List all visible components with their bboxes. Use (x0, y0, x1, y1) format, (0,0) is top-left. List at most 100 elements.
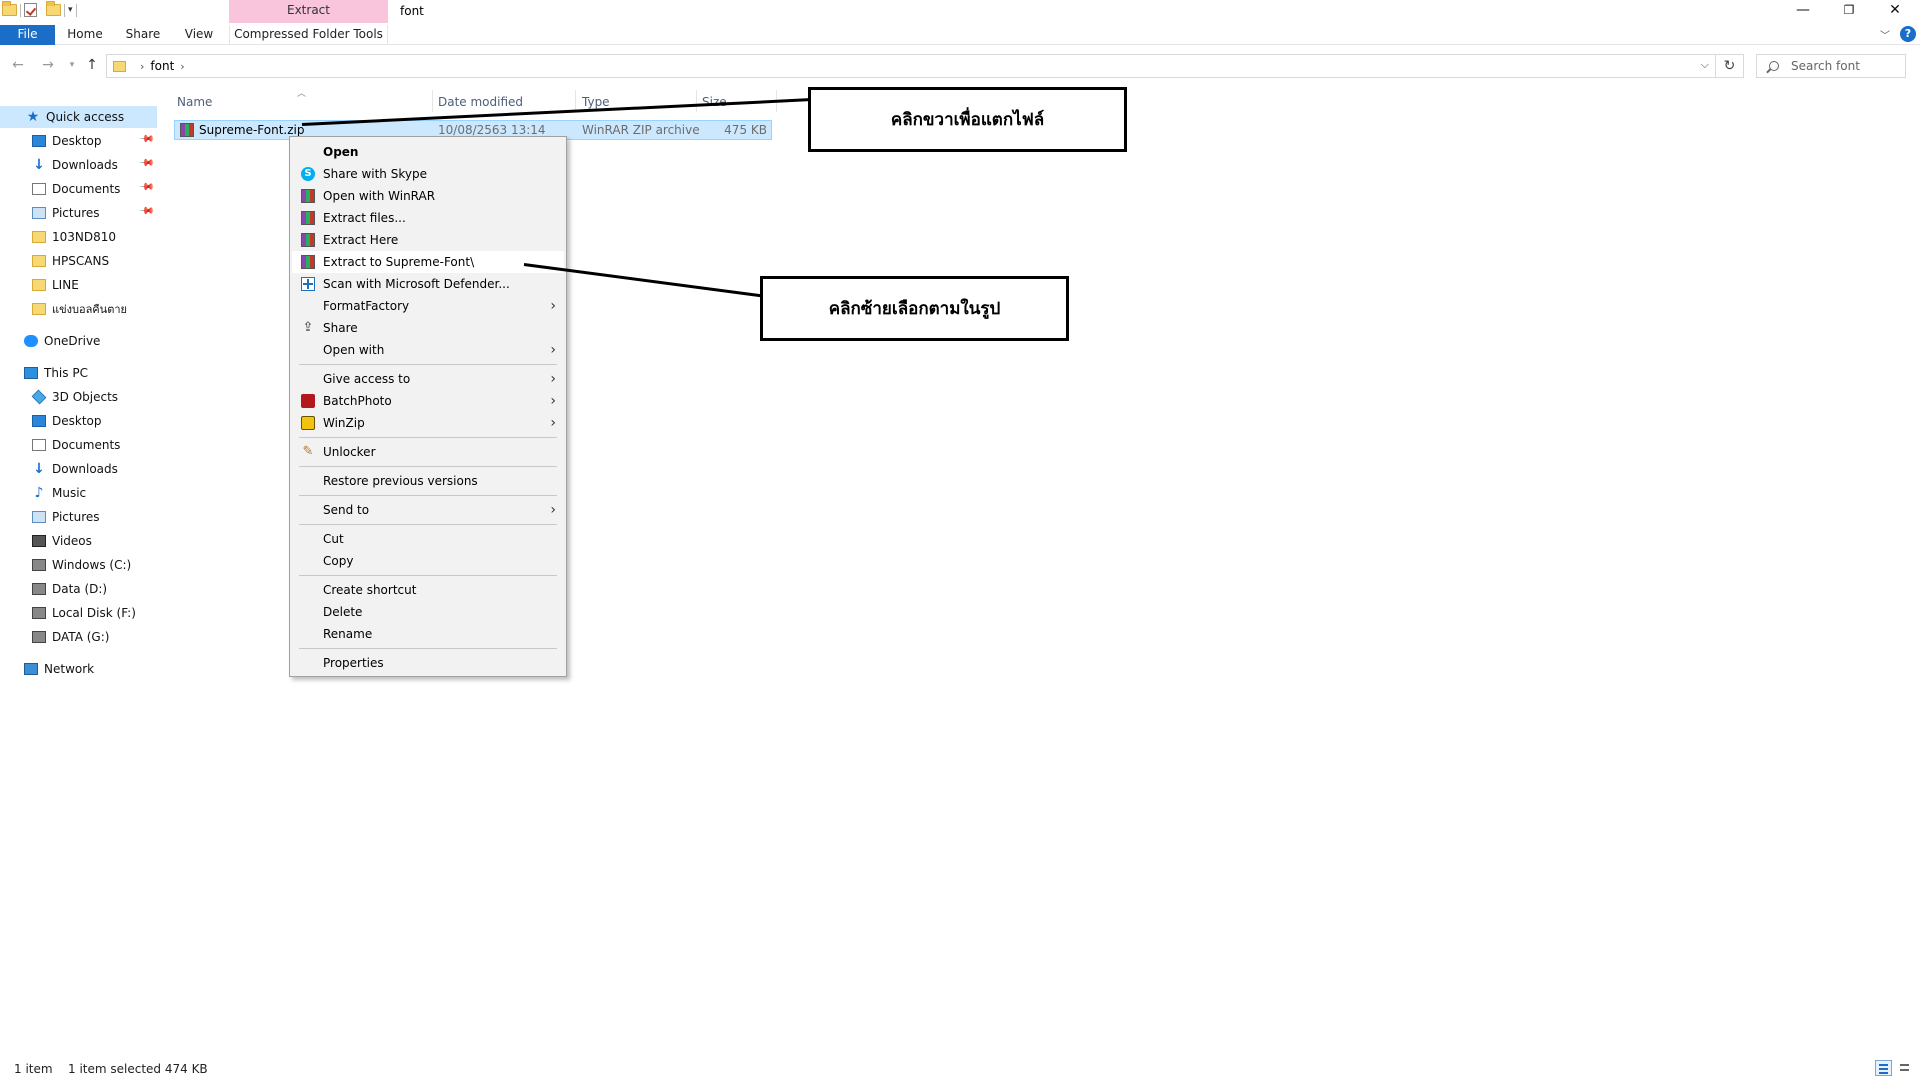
title-bar: ▾ Extract font — ❐ ✕ (0, 0, 1920, 25)
pin-icon[interactable]: 📌 (137, 179, 154, 196)
menu-properties[interactable]: Properties (292, 652, 564, 674)
menu-share-with-skype[interactable]: S Share with Skype (292, 163, 564, 185)
expand-ribbon-icon[interactable]: ﹀ (1880, 27, 1890, 42)
nav-item-pictures[interactable]: Pictures 📌 (0, 202, 157, 224)
large-icons-view-button[interactable] (1896, 1060, 1913, 1076)
menu-extract-here[interactable]: Extract Here (292, 229, 564, 251)
nav-item-desktop[interactable]: Desktop 📌 (0, 130, 157, 152)
winrar-icon (301, 255, 315, 269)
tab-file[interactable]: File (0, 25, 55, 45)
nav-label: Data (D:) (52, 582, 108, 596)
nav-item-drive-c[interactable]: Windows (C:) (0, 554, 157, 576)
nav-item-pc-downloads[interactable]: ↓ Downloads (0, 458, 157, 480)
menu-cut[interactable]: Cut (292, 528, 564, 550)
menu-extract-files[interactable]: Extract files... (292, 207, 564, 229)
menu-share[interactable]: ⇪ Share (292, 317, 564, 339)
customize-toolbar-icon[interactable]: ▾ (68, 5, 73, 15)
nav-quick-access[interactable]: ★ Quick access (0, 106, 157, 128)
menu-winzip[interactable]: WinZip › (292, 412, 564, 434)
column-header-date[interactable]: Date modified (438, 94, 523, 110)
desktop-icon (32, 135, 46, 147)
nav-item-pc-pictures[interactable]: Pictures (0, 506, 157, 528)
minimize-button[interactable]: — (1780, 0, 1826, 22)
menu-restore-previous[interactable]: Restore previous versions (292, 470, 564, 492)
refresh-button[interactable]: ↻ (1716, 54, 1744, 78)
properties-icon[interactable] (24, 3, 37, 17)
nav-item-drive-f[interactable]: Local Disk (F:) (0, 602, 157, 624)
nav-label: Windows (C:) (52, 558, 132, 572)
back-button[interactable]: ← (8, 56, 28, 76)
nav-item-music[interactable]: ♪ Music (0, 482, 157, 504)
address-bar[interactable]: › font › ⌵ (106, 54, 1716, 78)
nav-this-pc[interactable]: This PC (0, 362, 157, 384)
menu-extract-to-folder[interactable]: Extract to Supreme-Font\ (292, 251, 564, 273)
chevron-down-icon[interactable]: ⌵ (1701, 58, 1709, 72)
menu-send-to[interactable]: Send to › (292, 499, 564, 521)
up-button[interactable]: ↑ (82, 56, 102, 76)
nav-onedrive[interactable]: OneDrive (0, 330, 157, 352)
menu-label: Extract files... (323, 211, 406, 225)
nav-label: 3D Objects (52, 390, 119, 404)
help-icon[interactable]: ? (1900, 26, 1916, 42)
menu-copy[interactable]: Copy (292, 550, 564, 572)
chevron-right-icon: › (550, 371, 556, 387)
nav-item-drive-d[interactable]: Data (D:) (0, 578, 157, 600)
nav-item-pc-documents[interactable]: Documents (0, 434, 157, 456)
tab-share[interactable]: Share (120, 25, 166, 45)
pictures-icon (32, 207, 46, 219)
menu-separator (299, 437, 557, 438)
breadcrumb-font[interactable]: font (150, 59, 174, 73)
forward-button[interactable]: → (38, 56, 58, 76)
navigation-pane: ★ Quick access Desktop 📌 ↓ Downloads 📌 D… (0, 96, 157, 1046)
menu-open-with[interactable]: Open with › (292, 339, 564, 361)
chevron-right-icon[interactable]: › (180, 60, 184, 73)
menu-rename[interactable]: Rename (292, 623, 564, 645)
nav-item-drive-g[interactable]: DATA (G:) (0, 626, 157, 648)
column-divider[interactable] (696, 90, 697, 112)
menu-unlocker[interactable]: ✎ Unlocker (292, 441, 564, 463)
menu-batchphoto[interactable]: BatchPhoto › (292, 390, 564, 412)
nav-label: Downloads (52, 462, 118, 476)
close-button[interactable]: ✕ (1872, 0, 1918, 22)
tab-compressed-folder-tools[interactable]: Compressed Folder Tools (229, 25, 388, 45)
recent-locations-icon[interactable]: ▾ (62, 56, 82, 76)
new-folder-icon[interactable] (46, 1, 61, 16)
menu-label: Share with Skype (323, 167, 427, 181)
menu-delete[interactable]: Delete (292, 601, 564, 623)
nav-item-hpscans[interactable]: HPSCANS (0, 250, 157, 272)
details-view-button[interactable] (1875, 1060, 1892, 1076)
nav-item-line[interactable]: LINE (0, 274, 157, 296)
pin-icon[interactable]: 📌 (137, 203, 154, 220)
nav-network[interactable]: Network (0, 658, 157, 680)
column-divider[interactable] (432, 90, 433, 112)
ribbon-tabs: File Home Share View Compressed Folder T… (0, 25, 1920, 45)
column-header-name[interactable]: Name (177, 94, 212, 110)
chevron-right-icon[interactable]: › (140, 60, 144, 73)
pin-icon[interactable]: 📌 (137, 131, 154, 148)
nav-item-documents[interactable]: Documents 📌 (0, 178, 157, 200)
nav-item-videos[interactable]: Videos (0, 530, 157, 552)
menu-create-shortcut[interactable]: Create shortcut (292, 579, 564, 601)
nav-item-thai-folder[interactable]: แข่งบอลคืนตาย (0, 298, 157, 320)
nav-item-pc-desktop[interactable]: Desktop (0, 410, 157, 432)
nav-item-downloads[interactable]: ↓ Downloads 📌 (0, 154, 157, 176)
folder-icon (2, 1, 17, 16)
maximize-button[interactable]: ❐ (1826, 0, 1872, 22)
menu-separator (299, 524, 557, 525)
menu-label: Open with (323, 343, 385, 357)
tab-view[interactable]: View (176, 25, 222, 45)
menu-scan-defender[interactable]: Scan with Microsoft Defender... (292, 273, 564, 295)
menu-open[interactable]: Open (292, 141, 564, 163)
menu-open-with-winrar[interactable]: Open with WinRAR (292, 185, 564, 207)
menu-give-access[interactable]: Give access to › (292, 368, 564, 390)
search-input[interactable]: Search font (1756, 54, 1906, 78)
menu-formatfactory[interactable]: FormatFactory › (292, 295, 564, 317)
winzip-icon (301, 416, 315, 430)
context-tab-extract[interactable]: Extract (229, 0, 388, 23)
ribbon-right-controls: ﹀ ? (1880, 26, 1916, 42)
pin-icon[interactable]: 📌 (137, 155, 154, 172)
menu-label: Restore previous versions (323, 474, 478, 488)
tab-home[interactable]: Home (62, 25, 108, 45)
nav-item-3d-objects[interactable]: 3D Objects (0, 386, 157, 408)
nav-item-103nd810[interactable]: 103ND810 (0, 226, 157, 248)
